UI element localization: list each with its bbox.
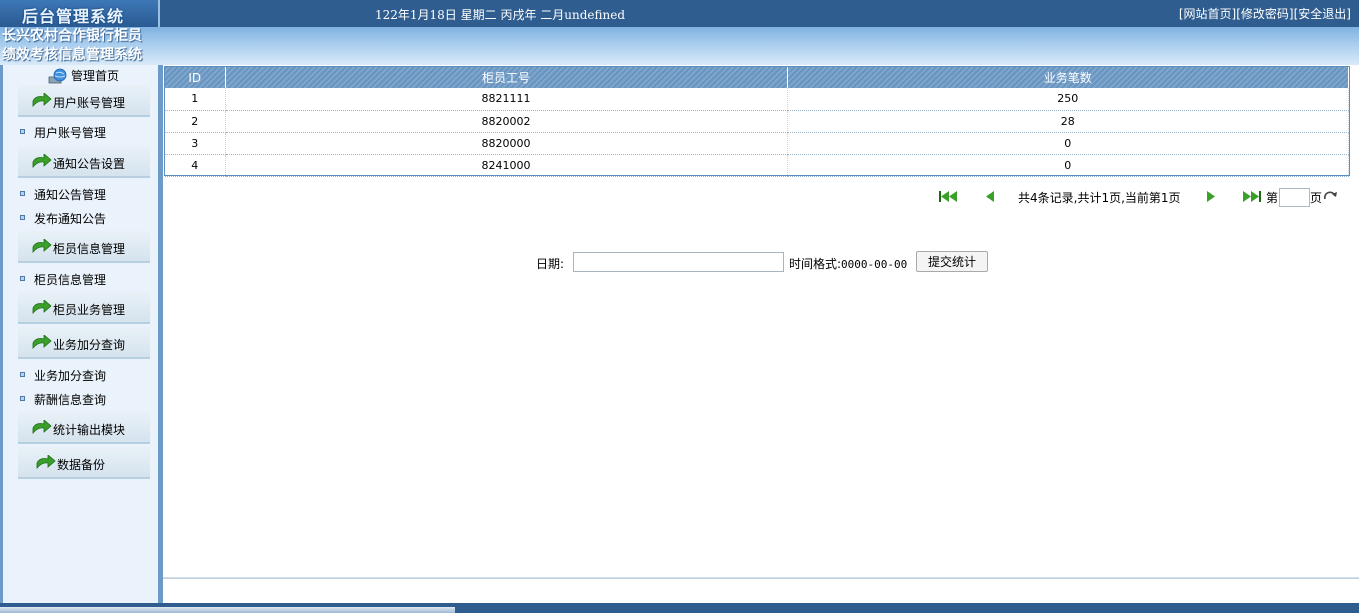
- bullet-icon: [20, 191, 25, 196]
- sidebar-item-salary-query[interactable]: 薪酬信息查询: [20, 391, 106, 408]
- cell-teller-id: 8820000: [225, 132, 788, 155]
- module-user-accounts[interactable]: 用户账号管理: [18, 85, 150, 117]
- sidebar-home[interactable]: 管理首页: [48, 67, 119, 84]
- main-content: ID 柜员工号 业务笔数 1 8821111 250 2 8820002 28 …: [163, 65, 1359, 605]
- date-input[interactable]: [573, 252, 784, 272]
- sidebar-item-label: 用户账号管理: [34, 126, 107, 140]
- next-page-icon[interactable]: [1206, 191, 1216, 202]
- arrow-icon: [32, 239, 52, 253]
- module-label: 柜员业务管理: [53, 303, 126, 317]
- logo: 后台管理系统: [0, 0, 160, 27]
- column-header-teller-id[interactable]: 柜员工号: [225, 67, 788, 88]
- globe-computer-icon: [48, 68, 67, 83]
- system-title-line1: 长兴农村合作银行柜员: [2, 28, 142, 44]
- submit-statistics-button[interactable]: 提交统计: [916, 251, 988, 272]
- prev-page-icon[interactable]: [985, 191, 995, 202]
- logo-text: 后台管理系统: [22, 7, 125, 26]
- column-header-business-count[interactable]: 业务笔数: [787, 67, 1349, 88]
- sidebar-item-bonus-query[interactable]: 业务加分查询: [20, 367, 106, 384]
- bottom-bar-highlight: [0, 607, 455, 613]
- top-links: [网站首页][修改密码][安全退出]: [1179, 5, 1351, 22]
- arrow-icon: [32, 300, 52, 314]
- data-table-container: ID 柜员工号 业务笔数 1 8821111 250 2 8820002 28 …: [164, 66, 1350, 177]
- arrow-icon: [32, 154, 52, 168]
- cell-business-count: 0: [787, 154, 1349, 177]
- first-page-icon[interactable]: [939, 191, 959, 202]
- module-label: 用户账号管理: [53, 96, 126, 110]
- sidebar: 管理首页 用户账号管理 用户账号管理 通知公告设置 通知公告管理 发布通知公告 …: [0, 65, 163, 605]
- table-row: 1 8821111 250: [165, 88, 1349, 111]
- cell-id: 4: [165, 154, 226, 177]
- home-label: 管理首页: [71, 69, 120, 83]
- page-prefix: 第: [1266, 191, 1279, 205]
- divider: [163, 577, 1359, 579]
- sidebar-item-notice-management[interactable]: 通知公告管理: [20, 186, 106, 203]
- format-label: 时间格式:: [789, 257, 842, 271]
- table-row: 2 8820002 28: [165, 110, 1349, 133]
- arrow-icon: [32, 335, 52, 349]
- module-teller-business[interactable]: 柜员业务管理: [18, 292, 150, 324]
- bullet-icon: [20, 372, 25, 377]
- cell-business-count: 28: [787, 110, 1349, 133]
- sidebar-item-label: 发布通知公告: [34, 212, 107, 226]
- sidebar-item-publish-notice[interactable]: 发布通知公告: [20, 210, 106, 227]
- module-data-backup[interactable]: 数据备份: [18, 447, 150, 479]
- system-title-line2: 绩效考核信息管理系统: [2, 47, 142, 63]
- module-bonus-query[interactable]: 业务加分查询: [18, 327, 150, 359]
- format-hint: 时间格式:0000-00-00: [789, 255, 907, 272]
- table-header-row: ID 柜员工号 业务笔数: [165, 67, 1349, 88]
- module-label: 通知公告设置: [53, 157, 126, 171]
- logout-link[interactable]: [安全退出]: [1294, 7, 1351, 21]
- page-number-input[interactable]: [1279, 188, 1310, 207]
- module-label: 数据备份: [57, 458, 106, 472]
- arrow-icon: [32, 420, 52, 434]
- sidebar-item-teller-info[interactable]: 柜员信息管理: [20, 271, 106, 288]
- cell-business-count: 0: [787, 132, 1349, 155]
- last-page-icon[interactable]: [1241, 191, 1261, 202]
- module-label: 业务加分查询: [53, 338, 126, 352]
- change-password-link[interactable]: [修改密码]: [1236, 7, 1293, 21]
- top-bar: 后台管理系统 122年1月18日 星期二 丙戌年 二月undefined [网站…: [0, 0, 1359, 27]
- module-statistics-output[interactable]: 统计输出模块: [18, 412, 150, 444]
- business-count-table: ID 柜员工号 业务笔数 1 8821111 250 2 8820002 28 …: [165, 67, 1349, 177]
- cell-id: 2: [165, 110, 226, 133]
- cell-id: 1: [165, 88, 226, 111]
- module-teller-info[interactable]: 柜员信息管理: [18, 231, 150, 263]
- arrow-icon: [32, 93, 52, 107]
- table-row: 4 8241000 0: [165, 154, 1349, 177]
- arrow-icon: [36, 455, 56, 469]
- cell-business-count: 250: [787, 88, 1349, 111]
- format-value: 0000-00-00: [841, 258, 908, 271]
- pager-summary: 共4条记录,共计1页,当前第1页: [1018, 191, 1181, 205]
- site-home-link[interactable]: [网站首页]: [1179, 7, 1236, 21]
- module-label: 柜员信息管理: [53, 242, 126, 256]
- bottom-bar: [0, 603, 1359, 613]
- bullet-icon: [20, 396, 25, 401]
- sidebar-item-label: 柜员信息管理: [34, 273, 107, 287]
- header-band: [0, 27, 1359, 65]
- sidebar-item-user-accounts[interactable]: 用户账号管理: [20, 124, 106, 141]
- bullet-icon: [20, 215, 25, 220]
- cell-teller-id: 8821111: [225, 88, 788, 111]
- sidebar-item-label: 业务加分查询: [34, 369, 107, 383]
- cell-teller-id: 8820002: [225, 110, 788, 133]
- date-label: 日期:: [536, 257, 565, 271]
- table-row: 3 8820000 0: [165, 132, 1349, 155]
- module-notice-settings[interactable]: 通知公告设置: [18, 146, 150, 178]
- date-display: 122年1月18日 星期二 丙戌年 二月undefined: [375, 8, 626, 22]
- bullet-icon: [20, 276, 25, 281]
- go-refresh-icon[interactable]: [1323, 190, 1338, 203]
- bullet-icon: [20, 129, 25, 134]
- sidebar-item-label: 薪酬信息查询: [34, 393, 107, 407]
- column-header-id[interactable]: ID: [165, 67, 226, 88]
- module-label: 统计输出模块: [53, 423, 126, 437]
- cell-id: 3: [165, 132, 226, 155]
- cell-teller-id: 8241000: [225, 154, 788, 177]
- sidebar-item-label: 通知公告管理: [34, 188, 107, 202]
- page-suffix: 页: [1310, 191, 1323, 205]
- system-title: 长兴农村合作银行柜员 绩效考核信息管理系统: [2, 27, 162, 65]
